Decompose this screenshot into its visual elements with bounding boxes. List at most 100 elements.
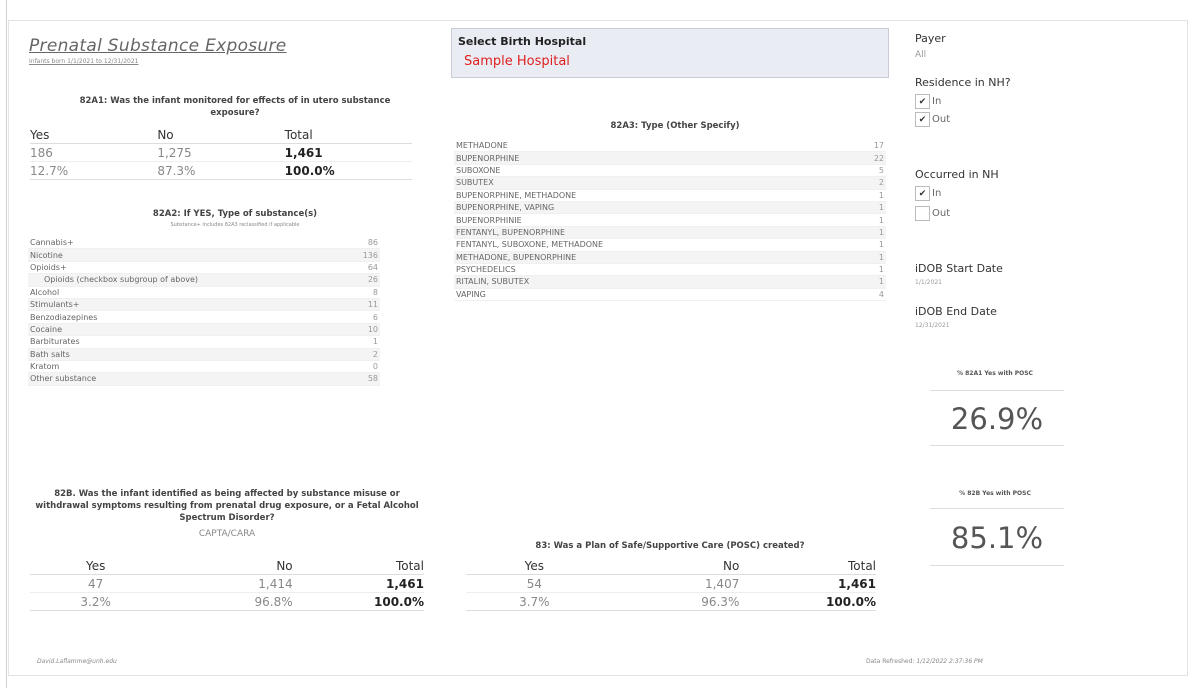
- list-item[interactable]: METHADONE, BUPENORPHINE 1: [454, 251, 886, 264]
- q82a1-count-total: 1,461: [284, 145, 323, 160]
- q83-header-no: No: [723, 558, 740, 573]
- q83-header-row: Yes No Total: [466, 557, 876, 575]
- q82a1-table: Yes No Total 186 1,275 1,461 12.7% 87.3%…: [30, 126, 412, 180]
- footer-refreshed: Data Refreshed: 1/12/2022 2:37:36 PM: [866, 658, 983, 665]
- end-date-value[interactable]: 12/31/2021: [915, 322, 950, 329]
- residence-out-checkbox[interactable]: ✔ Out: [915, 111, 950, 127]
- list-item[interactable]: METHADONE 17: [454, 140, 886, 153]
- q82a1-count-no: 1,275: [157, 145, 192, 160]
- q82a1-count-row: 186 1,275 1,461: [30, 144, 412, 162]
- list-item[interactable]: Other substance 58: [28, 373, 380, 386]
- residence-label: Residence in NH?: [915, 76, 1011, 89]
- hospital-selector-value[interactable]: Sample Hospital: [464, 54, 882, 69]
- list-item[interactable]: VAPING 4: [454, 289, 886, 302]
- q82b-count-total: 1,461: [386, 576, 424, 591]
- list-item[interactable]: SUBUTEX 2: [454, 177, 886, 190]
- kpi-82b-title: % 82B Yes with POSC: [959, 490, 1031, 497]
- q82a1-header-total: Total: [284, 127, 313, 142]
- payer-value[interactable]: All: [915, 50, 926, 60]
- q82b-caption: CAPTA/CARA: [198, 529, 256, 539]
- list-item[interactable]: Benzodiazepines 6: [28, 311, 380, 324]
- end-date-label: iDOB End Date: [915, 305, 997, 318]
- list-item[interactable]: Barbiturates 1: [28, 336, 380, 349]
- q82a1-count-yes: 186: [30, 145, 53, 160]
- checkbox-checked-icon: ✔: [915, 93, 930, 109]
- list-item[interactable]: Nicotine 136: [28, 249, 380, 262]
- kpi-82a1-value: 26.9%: [930, 390, 1064, 446]
- q83-count-yes: 54: [526, 576, 542, 591]
- list-item[interactable]: Cannabis+ 86: [28, 237, 380, 250]
- q82a2-question: 82A2: If YES, Type of substance(s): [152, 209, 318, 219]
- list-item[interactable]: FENTANYL, SUBOXONE, METHADONE 1: [454, 239, 886, 252]
- q82b-header-row: Yes No Total: [30, 557, 424, 575]
- q82a3-question: 82A3: Type (Other Specify): [610, 121, 740, 131]
- list-item[interactable]: PSYCHEDELICS 1: [454, 264, 886, 277]
- q82a1-header-yes: Yes: [30, 127, 50, 142]
- q82a1-percent-yes: 12.7%: [30, 163, 69, 178]
- q83-percent-row: 3.7% 96.3% 100.0%: [466, 593, 876, 611]
- list-item[interactable]: BUPENORPHINIE 1: [454, 214, 886, 227]
- footer-author: David.Laflamme@unh.edu: [37, 658, 117, 665]
- list-item[interactable]: Kratom 0: [28, 361, 380, 374]
- checkbox-checked-icon: ✔: [915, 185, 930, 201]
- q82a1-percent-no: 87.3%: [157, 163, 196, 178]
- left-border-line: [6, 0, 7, 688]
- q82b-header-total: Total: [395, 558, 424, 573]
- q82b-question: 82B. Was the infant identified as being …: [35, 489, 419, 523]
- payer-label: Payer: [915, 32, 946, 45]
- occurred-in-checkbox[interactable]: ✔ In: [915, 185, 950, 201]
- q83-count-total: 1,461: [838, 576, 877, 591]
- list-item[interactable]: Cocaine 10: [28, 323, 380, 337]
- residence-options: ✔ In ✔ Out: [915, 93, 950, 127]
- q82a1-header-row: Yes No Total: [30, 126, 412, 144]
- q83-percent-total: 100.0%: [826, 594, 877, 609]
- list-item[interactable]: Bath salts 2: [28, 348, 380, 361]
- q82b-percent-total: 100.0%: [374, 594, 424, 609]
- q83-count-no: 1,407: [704, 576, 740, 591]
- dashboard-subtitle: Infants born 1/1/2021 to 12/31/2021: [29, 58, 139, 65]
- q82b-percent-yes: 3.2%: [80, 594, 111, 609]
- list-item[interactable]: FENTANYL, BUPENORPHINE 1: [454, 226, 886, 240]
- checkbox-checked-icon: ✔: [915, 111, 930, 127]
- kpi-82a1-title: % 82A1 Yes with POSC: [957, 370, 1033, 377]
- list-item[interactable]: BUPENORPHINE, METHADONE 1: [454, 190, 886, 202]
- list-item[interactable]: Opioids (checkbox subgroup of above) 26: [28, 274, 380, 287]
- q82a1-question: 82A1: Was the infant monitored for effec…: [79, 96, 391, 118]
- q83-header-total: Total: [847, 558, 877, 573]
- occurred-out-checkbox[interactable]: Out: [915, 205, 950, 221]
- occurred-options: ✔ In Out: [915, 185, 950, 221]
- footer-refreshed-value: 1/12/2022 2:37:36 PM: [916, 658, 983, 665]
- start-date-value[interactable]: 1/1/2021: [915, 279, 942, 286]
- q82a2-list: Cannabis+ 86 Nicotine 136 Opioids+ 64 Opioi…: [28, 237, 380, 386]
- hospital-selector-label: Select Birth Hospital: [458, 35, 587, 48]
- q83-count-row: 54 1,407 1,461: [466, 575, 876, 593]
- q82a1-percent-total: 100.0%: [284, 163, 335, 178]
- q83-percent-no: 96.3%: [701, 594, 740, 609]
- q82a3-list: METHADONE 17 BUPENORPHINE 22 SUBOXONE 5 SUB…: [454, 140, 886, 302]
- list-item[interactable]: SUBOXONE 5: [454, 165, 886, 178]
- hospital-selector[interactable]: Select Birth Hospital Sample Hospital: [451, 28, 889, 78]
- q83-percent-yes: 3.7%: [519, 594, 550, 609]
- q82a1-percent-row: 12.7% 87.3% 100.0%: [30, 162, 412, 180]
- q82b-header-no: No: [276, 558, 293, 573]
- start-date-label: iDOB Start Date: [915, 262, 1003, 275]
- list-item[interactable]: RITALIN, SUBUTEX 1: [454, 276, 886, 289]
- residence-in-checkbox[interactable]: ✔ In: [915, 93, 950, 109]
- q82b-table: Yes No Total 47 1,414 1,461 3.2% 96.8% 1…: [30, 557, 424, 611]
- q83-question: 83: Was a Plan of Safe/Supportive Care (…: [535, 541, 805, 551]
- dashboard-title: Prenatal Substance Exposure: [29, 36, 287, 56]
- q82a2-note: Substance+ includes 82A3 reclassified if…: [170, 222, 300, 228]
- list-item[interactable]: BUPENORPHINE, VAPING 1: [454, 201, 886, 215]
- q82a1-header-no: No: [157, 127, 174, 142]
- q82b-count-yes: 47: [88, 576, 104, 591]
- list-item[interactable]: Opioids+ 64: [28, 262, 380, 275]
- q82b-header-yes: Yes: [85, 558, 106, 573]
- list-item[interactable]: BUPENORPHINE 22: [454, 152, 886, 165]
- q82b-count-no: 1,414: [258, 576, 293, 591]
- list-item[interactable]: Stimulants+ 11: [28, 298, 380, 312]
- checkbox-empty-icon: [915, 205, 930, 221]
- footer-refreshed-label: Data Refreshed:: [866, 658, 915, 665]
- q82b-percent-row: 3.2% 96.8% 100.0%: [30, 593, 424, 611]
- list-item[interactable]: Alcohol 8: [28, 287, 380, 299]
- q82b-percent-no: 96.8%: [254, 594, 293, 609]
